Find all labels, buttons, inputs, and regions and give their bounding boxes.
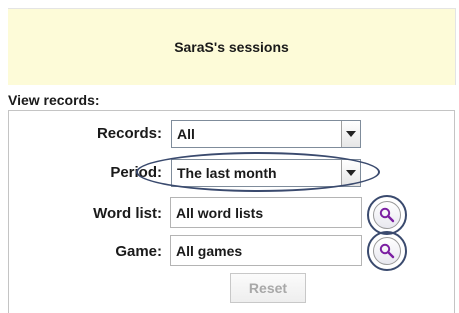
game-label: Game:: [115, 243, 162, 260]
search-icon: [379, 207, 395, 223]
chevron-down-icon: [346, 131, 356, 137]
game-field[interactable]: All games: [170, 235, 362, 266]
search-icon: [379, 243, 395, 259]
records-select-value: All: [177, 126, 195, 142]
chevron-down-icon: [346, 170, 356, 176]
game-search-button[interactable]: [373, 237, 401, 265]
records-label: Records:: [96, 125, 162, 142]
period-dropdown-button[interactable]: [341, 160, 360, 186]
records-select[interactable]: All: [171, 120, 361, 148]
period-label: Period:: [110, 164, 162, 181]
page-title: SaraS's sessions: [174, 39, 289, 55]
game-value: All games: [176, 243, 243, 259]
word-list-value: All word lists: [176, 205, 264, 221]
reset-button[interactable]: Reset: [230, 273, 306, 303]
view-records-label: View records:: [8, 92, 100, 108]
word-list-label: Word list:: [93, 205, 162, 222]
word-list-field[interactable]: All word lists: [170, 197, 362, 228]
period-select-value: The last month: [177, 165, 277, 181]
word-list-search-button[interactable]: [373, 201, 401, 229]
period-select[interactable]: The last month: [171, 159, 361, 187]
page-header: SaraS's sessions: [8, 8, 456, 85]
records-dropdown-button[interactable]: [341, 121, 360, 147]
